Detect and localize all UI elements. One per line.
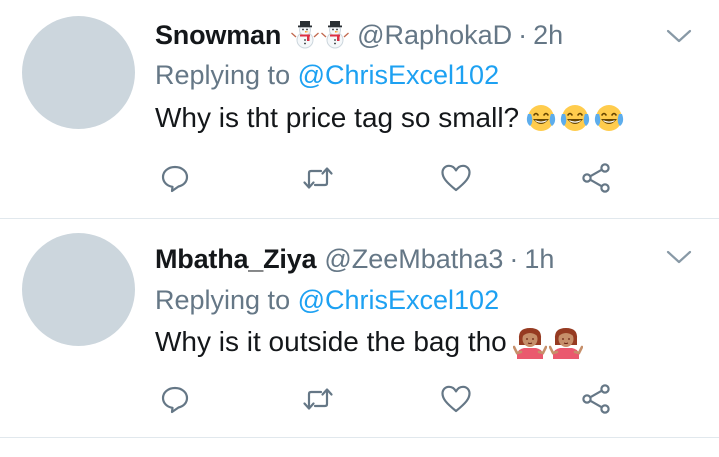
tweet[interactable]: Mbatha_Ziya @ZeeMbatha3 · 1h Replying to…	[0, 219, 719, 438]
tweet-header: Mbatha_Ziya @ZeeMbatha3 · 1h	[155, 241, 554, 277]
mention-link[interactable]: @ChrisExcel102	[298, 60, 500, 90]
emoji-group	[512, 325, 583, 359]
reply-button[interactable]	[155, 379, 195, 419]
replying-to-label: Replying to	[155, 60, 298, 90]
tears-of-joy-emoji	[561, 105, 590, 131]
display-name[interactable]: Snowman	[155, 20, 281, 51]
replying-to-line: Replying to @ChrisExcel102	[155, 60, 499, 91]
tweet-text-content: Why is tht price tag so small?	[155, 102, 520, 133]
tweet-header: Snowman @RaphokaD · 2h	[155, 17, 563, 53]
like-button[interactable]	[436, 158, 476, 198]
tears-of-joy-emoji	[527, 105, 556, 131]
share-button[interactable]	[576, 379, 616, 419]
heart-icon	[441, 385, 471, 413]
timestamp[interactable]: 1h	[524, 244, 554, 275]
retweet-icon	[303, 388, 333, 410]
separator-dot: ·	[509, 243, 519, 274]
action-bar	[0, 379, 719, 419]
retweet-icon	[303, 167, 333, 189]
tweet-feed: Snowman @RaphokaD · 2h Replying to @Chri…	[0, 0, 719, 457]
chevron-down-icon[interactable]	[665, 247, 693, 267]
person-shrugging-emoji	[548, 328, 583, 359]
reply-icon	[161, 165, 189, 193]
retweet-button[interactable]	[298, 158, 338, 198]
chevron-down-icon[interactable]	[665, 26, 693, 46]
share-button[interactable]	[576, 158, 616, 198]
replying-to-line: Replying to @ChrisExcel102	[155, 285, 499, 316]
tweet-text: Why is it outside the bag tho	[155, 325, 583, 359]
avatar[interactable]	[22, 233, 135, 346]
user-handle[interactable]: @ZeeMbatha3	[324, 244, 503, 275]
user-handle[interactable]: @RaphokaD	[357, 20, 512, 51]
mention-link[interactable]: @ChrisExcel102	[298, 285, 500, 315]
like-button[interactable]	[436, 379, 476, 419]
timestamp[interactable]: 2h	[533, 20, 563, 51]
action-bar	[0, 158, 719, 198]
tears-of-joy-emoji	[595, 105, 624, 131]
name-emoji-group	[291, 20, 350, 50]
reply-icon	[161, 386, 189, 414]
avatar[interactable]	[22, 16, 135, 129]
share-icon	[582, 163, 610, 193]
tweet-text: Why is tht price tag so small?	[155, 102, 625, 134]
display-name[interactable]: Mbatha_Ziya	[155, 244, 317, 275]
share-icon	[582, 384, 610, 414]
separator-dot: ·	[518, 19, 528, 50]
person-shrugging-emoji	[512, 328, 547, 359]
replying-to-label: Replying to	[155, 285, 298, 315]
reply-button[interactable]	[155, 158, 195, 198]
snowman-emoji	[291, 21, 320, 49]
heart-icon	[441, 164, 471, 192]
retweet-button[interactable]	[298, 379, 338, 419]
tweet-text-content: Why is it outside the bag tho	[155, 326, 507, 357]
snowman-emoji	[321, 21, 350, 49]
tweet[interactable]: Snowman @RaphokaD · 2h Replying to @Chri…	[0, 0, 719, 219]
emoji-group	[525, 102, 625, 134]
